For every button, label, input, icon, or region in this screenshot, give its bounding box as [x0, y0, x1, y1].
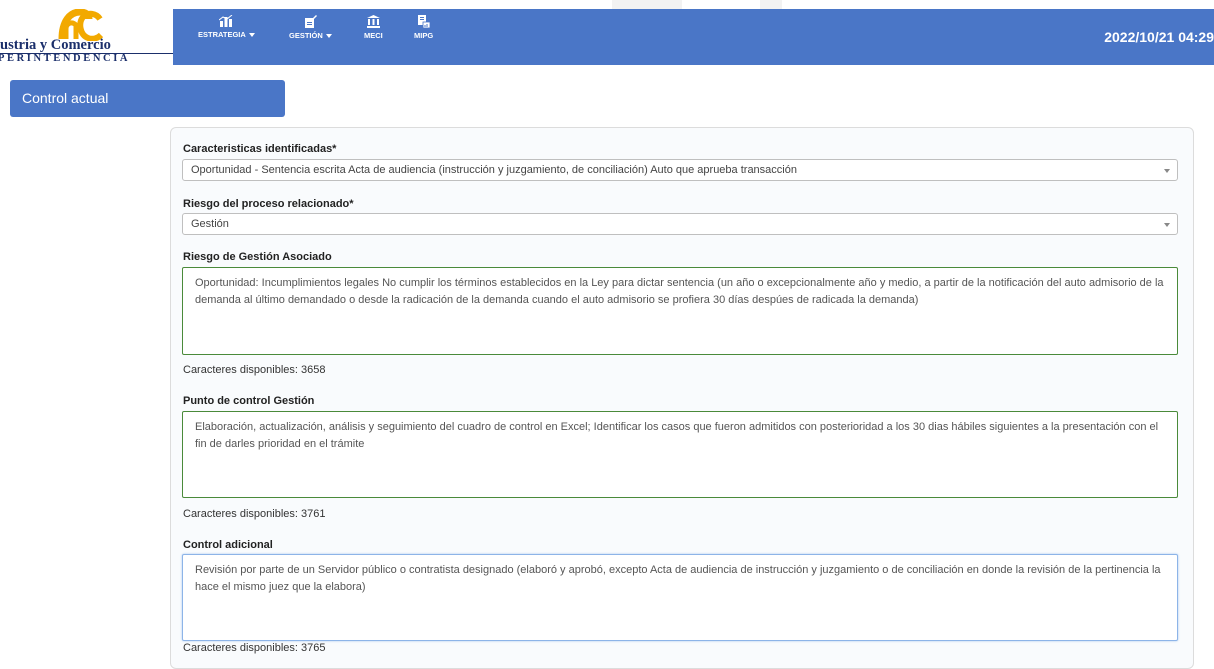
chevron-down-icon	[248, 33, 255, 38]
punto-control-char-count: Caracteres disponibles: 3761	[183, 508, 326, 520]
chart-bars-icon	[219, 15, 233, 27]
document-edit-icon	[304, 15, 317, 28]
nav-estrategia-label: ESTRATEGIA	[198, 30, 246, 39]
watermark-shape	[760, 0, 782, 9]
chevron-down-icon	[1164, 169, 1170, 173]
nav-meci-label: MECI	[364, 31, 383, 40]
logo-subtext: PERINTENDENCIA	[0, 53, 173, 65]
punto-control-label: Punto de control Gestión	[183, 395, 315, 407]
punto-control-textarea[interactable]: Elaboración, actualización, análisis y s…	[182, 411, 1178, 498]
caracteristicas-value: Oportunidad - Sentencia escrita Acta de …	[191, 164, 797, 176]
riesgo-proceso-select[interactable]: Gestión	[182, 213, 1178, 235]
logo-text: ustria y Comercio	[0, 37, 111, 53]
institution-icon	[366, 15, 380, 28]
riesgo-gestion-char-count: Caracteres disponibles: 3658	[183, 364, 326, 376]
control-adicional-label: Control adicional	[183, 539, 273, 551]
section-tab-control-actual[interactable]: Control actual	[10, 80, 285, 117]
nav-mipg-label: MIPG	[414, 31, 434, 40]
nav-meci[interactable]: MECI	[364, 15, 383, 40]
chevron-down-icon	[1164, 223, 1170, 227]
riesgo-proceso-label: Riesgo del proceso relacionado*	[183, 198, 354, 210]
control-adicional-textarea[interactable]: Revisión por parte de un Servidor públic…	[182, 554, 1178, 641]
caracteristicas-select[interactable]: Oportunidad - Sentencia escrita Acta de …	[182, 159, 1178, 181]
top-navbar: ustria y Comercio PERINTENDENCIA ESTRATE…	[0, 9, 1214, 65]
nav-estrategia[interactable]: ESTRATEGIA	[198, 15, 255, 39]
riesgo-gestion-label: Riesgo de Gestión Asociado	[183, 251, 332, 263]
control-adicional-char-count: Caracteres disponibles: 3765	[183, 642, 326, 654]
caracteristicas-label: Caracteristicas identificadas*	[183, 143, 337, 155]
nav-gestion-label: GESTIÓN	[289, 31, 323, 40]
nav-gestion[interactable]: GESTIÓN	[289, 15, 332, 40]
nav-mipg[interactable]: MIPG	[414, 15, 433, 40]
datetime-display: 2022/10/21 04:29	[1104, 29, 1214, 45]
watermark-shape	[612, 0, 682, 9]
logo[interactable]: ustria y Comercio PERINTENDENCIA	[0, 9, 173, 65]
riesgo-gestion-textarea[interactable]: Oportunidad: Incumplimientos legales No …	[182, 267, 1178, 355]
riesgo-proceso-value: Gestión	[191, 218, 229, 230]
chevron-down-icon	[325, 34, 332, 39]
file-chart-icon	[418, 15, 431, 28]
